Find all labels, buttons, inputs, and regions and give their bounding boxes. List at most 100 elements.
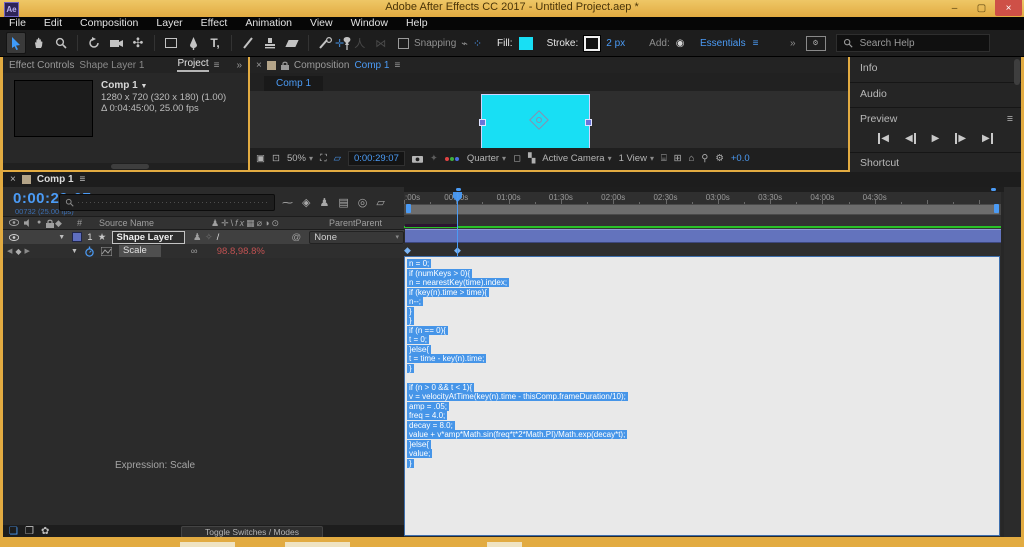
timeline-vscrollbar[interactable]: ▲ bbox=[1001, 192, 1004, 537]
play-button[interactable]: ▶ bbox=[932, 133, 940, 144]
titlebar[interactable]: Ae Adobe After Effects CC 2017 - Untitle… bbox=[0, 0, 1024, 17]
pen-tool[interactable] bbox=[184, 33, 202, 53]
expression-line[interactable] bbox=[407, 373, 999, 383]
link-dimensions-icon[interactable]: ∞ bbox=[191, 246, 217, 257]
comp-name-caret-icon[interactable]: ▼ bbox=[140, 83, 147, 90]
camera-dropdown[interactable]: Active Camera ▾ bbox=[542, 153, 611, 164]
selection-tool[interactable] bbox=[6, 32, 26, 54]
expand-transfer-icon[interactable]: ❐ bbox=[25, 526, 34, 537]
next-frame-button[interactable]: ▶ bbox=[955, 133, 966, 144]
expression-line[interactable]: } bbox=[407, 316, 999, 326]
layer-row[interactable]: ▼ 1 ★ Shape Layer 1 ♟ ✧ / @ None▾ bbox=[3, 230, 405, 254]
project-panel-overflow-icon[interactable]: » bbox=[236, 60, 242, 71]
expand-layer-switches-icon[interactable]: ❏ bbox=[9, 526, 18, 537]
anchor-point-icon[interactable] bbox=[529, 110, 549, 130]
layer-duration-bar[interactable] bbox=[405, 229, 1001, 243]
menu-window[interactable]: Window bbox=[342, 17, 397, 30]
eraser-tool[interactable] bbox=[283, 33, 301, 53]
clone-stamp-tool[interactable] bbox=[261, 33, 279, 53]
expression-line[interactable]: if (numKeys > 0){ bbox=[407, 268, 999, 279]
timeline-search[interactable] bbox=[59, 194, 275, 211]
composition-panel-comp-name[interactable]: Comp 1 bbox=[354, 60, 389, 71]
info-panel-label[interactable]: Info bbox=[850, 57, 1021, 74]
always-preview-icon[interactable]: ▣ bbox=[256, 153, 265, 164]
stroke-width[interactable]: 2 px bbox=[606, 38, 625, 49]
layer-av-icon[interactable]: ♟ bbox=[193, 232, 205, 243]
parent-dropdown[interactable]: None ▾ bbox=[309, 230, 405, 244]
frame-blending-icon[interactable]: ▤ bbox=[338, 196, 348, 209]
stroke-color-swatch[interactable] bbox=[583, 34, 602, 52]
info-panel[interactable]: Info bbox=[850, 57, 1021, 85]
right-panel-scrollbar[interactable] bbox=[1014, 59, 1020, 85]
viewer-timecode[interactable]: 0:00:29:07 bbox=[347, 150, 405, 166]
camera-tool[interactable] bbox=[107, 33, 125, 53]
layer-expand-arrow[interactable]: ▼ bbox=[58, 234, 72, 241]
project-panel-menu-icon[interactable]: ≡ bbox=[214, 60, 220, 71]
maximize-button[interactable]: ▢ bbox=[968, 0, 995, 16]
last-frame-button[interactable]: ▶ bbox=[982, 133, 993, 144]
timeline-close-icon[interactable]: × bbox=[10, 174, 16, 185]
add-shape-icon[interactable]: ◉ bbox=[676, 38, 685, 49]
expression-line[interactable]: } bbox=[407, 458, 999, 469]
magnification-dropdown[interactable]: 50% ▾ bbox=[287, 153, 313, 164]
expression-line[interactable]: t = time - key(n).time; bbox=[407, 354, 999, 364]
work-area-start-handle[interactable] bbox=[406, 204, 411, 213]
zoom-tool[interactable] bbox=[52, 33, 70, 53]
expression-graph-icon[interactable] bbox=[101, 246, 119, 256]
expression-line[interactable]: } bbox=[407, 306, 999, 317]
expression-line[interactable]: decay = 8.0; bbox=[407, 420, 999, 431]
layer-quality-icon[interactable]: / bbox=[217, 232, 247, 243]
parent-pickwhip-icon[interactable]: @ bbox=[292, 232, 310, 243]
workspace-selector[interactable]: Essentials bbox=[700, 38, 746, 49]
layer-label-chip[interactable] bbox=[72, 232, 82, 242]
expression-editor[interactable]: n = 0; if (numKeys > 0){n = nearestKey(ti… bbox=[404, 256, 1000, 536]
menu-view[interactable]: View bbox=[301, 17, 342, 30]
world-axis-icon[interactable]: 人 bbox=[354, 35, 365, 51]
work-area-end-handle[interactable] bbox=[994, 204, 999, 213]
menu-effect[interactable]: Effect bbox=[192, 17, 237, 30]
shortcut-panel[interactable]: Shortcut bbox=[850, 153, 1021, 172]
timeline-tab[interactable]: Comp 1 bbox=[37, 174, 74, 185]
previous-frame-button[interactable]: ◀ bbox=[905, 133, 916, 144]
main-display-icon[interactable]: ⊡ bbox=[272, 153, 280, 164]
composition-viewer[interactable] bbox=[250, 91, 848, 148]
menu-composition[interactable]: Composition bbox=[71, 17, 147, 30]
workspace-menu-icon[interactable]: ≡ bbox=[753, 38, 759, 49]
next-keyframe-icon[interactable]: ▶ bbox=[25, 247, 30, 256]
resolution-dropdown[interactable]: Quarter ▾ bbox=[467, 153, 506, 164]
transparency-grid-icon[interactable]: ▚ bbox=[528, 153, 535, 164]
preview-menu-icon[interactable]: ≡ bbox=[1007, 113, 1013, 125]
layer-visibility-toggle[interactable] bbox=[3, 233, 23, 241]
preview-panel[interactable]: Preview ≡ ◀ ◀ ▶ ▶ ▶ bbox=[850, 108, 1021, 153]
overflow-chevrons[interactable]: » bbox=[790, 38, 796, 49]
close-button[interactable]: × bbox=[995, 0, 1022, 16]
tab-effect-controls[interactable]: Effect Controls bbox=[9, 60, 74, 71]
type-tool[interactable]: T, bbox=[206, 33, 224, 53]
audio-panel[interactable]: Audio bbox=[850, 83, 1021, 108]
draft-3d-icon[interactable]: ◈ bbox=[302, 196, 310, 209]
expression-line[interactable]: amp = .05; bbox=[407, 401, 999, 412]
prev-keyframe-icon[interactable]: ◀ bbox=[7, 247, 12, 256]
snap-angle-icon[interactable]: ⌁ bbox=[461, 37, 468, 50]
snapshot-camera-icon[interactable] bbox=[411, 154, 423, 163]
stopwatch-icon[interactable] bbox=[85, 246, 101, 257]
channel-icon[interactable] bbox=[444, 153, 460, 164]
graph-editor-icon[interactable]: ▱ bbox=[376, 196, 384, 209]
show-snapshot-icon[interactable]: ✦ bbox=[430, 153, 438, 164]
layer-name[interactable]: Shape Layer 1 bbox=[111, 230, 185, 254]
expression-line[interactable]: freq = 4.0; bbox=[407, 411, 999, 421]
snapping-checkbox[interactable] bbox=[398, 37, 409, 49]
fill-color-swatch[interactable] bbox=[518, 36, 533, 50]
property-value[interactable]: 98.8,98.8% bbox=[217, 246, 265, 257]
help-search[interactable] bbox=[835, 34, 990, 52]
scale-property-row[interactable]: ◀ ◆ ▶ ▼ Scale ∞ 98.8,98.8% bbox=[3, 244, 404, 258]
expression-line[interactable]: t = 0; bbox=[407, 335, 999, 345]
expression-line[interactable]: }else{ bbox=[407, 439, 999, 450]
roto-brush-tool[interactable] bbox=[316, 33, 334, 53]
property-expand-arrow[interactable]: ▼ bbox=[71, 248, 85, 255]
expression-line[interactable]: if (n == 0){ bbox=[407, 325, 999, 336]
comp-thumbnail[interactable] bbox=[14, 80, 93, 137]
first-frame-button[interactable]: ◀ bbox=[878, 133, 889, 144]
menu-help[interactable]: Help bbox=[397, 17, 437, 30]
expression-line[interactable]: n = nearestKey(time).index; bbox=[407, 278, 999, 288]
